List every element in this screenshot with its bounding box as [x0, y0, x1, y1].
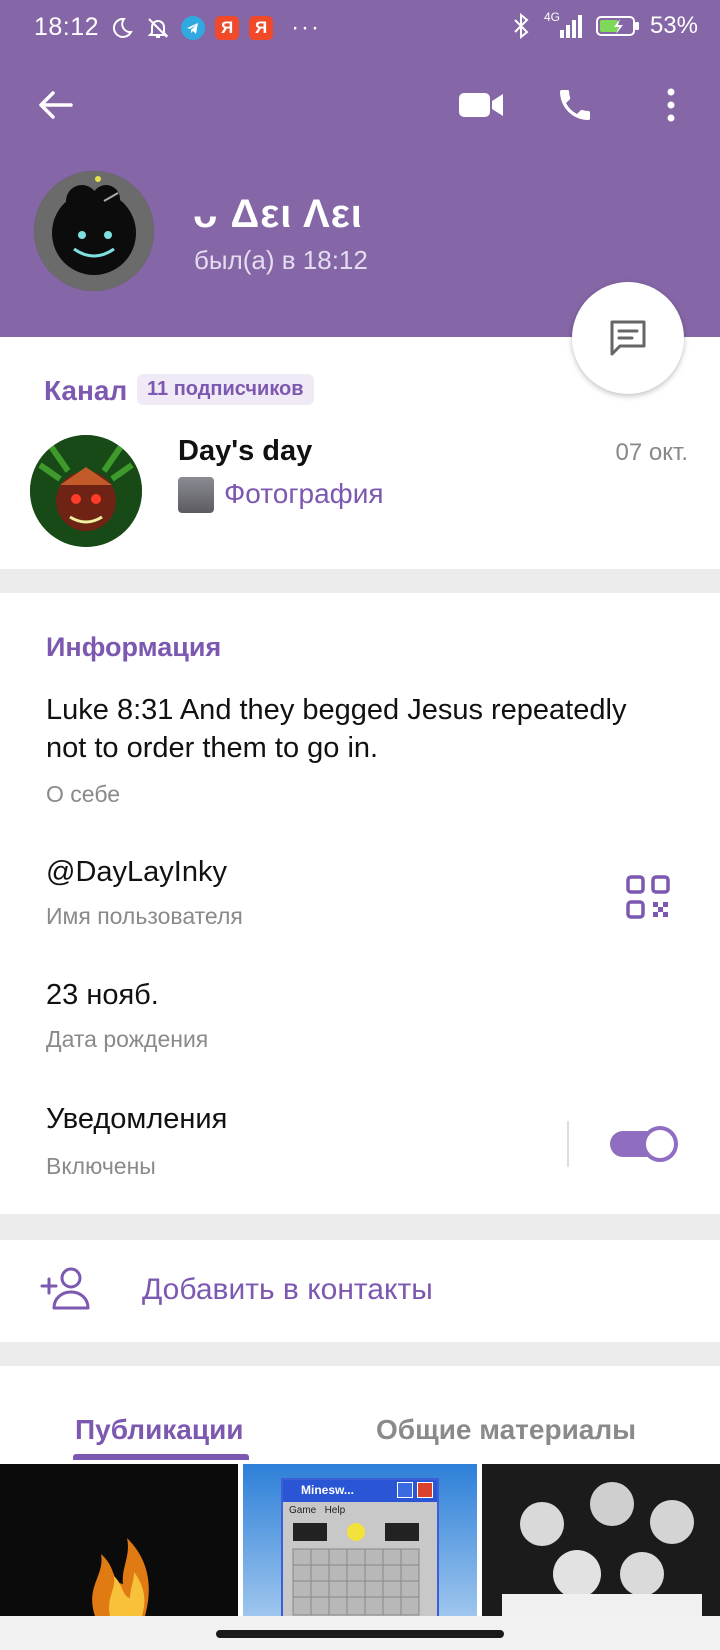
maximize-icon — [397, 1482, 413, 1498]
yandex-icon: Я — [249, 15, 274, 40]
profile-last-seen: был(а) в 18:12 — [194, 245, 368, 275]
add-to-contacts-label: Добавить в контакты — [142, 1273, 433, 1306]
chat-icon — [610, 320, 646, 356]
more-options-button[interactable] — [646, 80, 696, 130]
birthday-caption: Дата рождения — [46, 1026, 209, 1052]
battery-icon — [595, 14, 640, 38]
minesweeper-menu: Game Help — [283, 1502, 437, 1519]
home-indicator[interactable] — [216, 1630, 504, 1638]
bell-off-icon — [145, 15, 171, 41]
qr-code-icon — [626, 875, 670, 919]
notifications-toggle[interactable] — [610, 1126, 678, 1162]
close-icon — [417, 1482, 433, 1498]
add-to-contacts-row[interactable]: Добавить в контакты — [0, 1240, 720, 1342]
bio-caption: О себе — [46, 781, 121, 807]
back-button[interactable] — [30, 80, 80, 130]
add-contact-icon — [40, 1266, 92, 1312]
media-thumbnail-fire[interactable] — [0, 1464, 238, 1616]
channel-title: Day's day — [178, 435, 313, 467]
notifications-status: Включены — [46, 1153, 156, 1179]
bio-text[interactable]: Luke 8:31 And they begged Jesus repeated… — [46, 691, 646, 767]
channel-avatar — [30, 435, 142, 547]
system-navigation-bar — [0, 1616, 720, 1650]
active-tab-indicator — [73, 1454, 249, 1460]
voice-call-button[interactable] — [550, 80, 600, 130]
more-notifications-icon: ··· — [291, 13, 322, 41]
qr-code-button[interactable] — [624, 873, 672, 921]
notifications-label[interactable]: Уведомления — [46, 1103, 227, 1136]
moon-icon — [109, 15, 135, 41]
minesweeper-title: Minesw... — [301, 1483, 354, 1497]
birthday-value[interactable]: 23 нояб. — [46, 979, 159, 1012]
info-card: Информация Luke 8:31 And they begged Jes… — [0, 593, 720, 1214]
channel-last-post-date: 07 окт. — [615, 439, 688, 466]
minesweeper-menu-help: Help — [324, 1505, 346, 1516]
minesweeper-board — [292, 1523, 420, 1616]
username-caption: Имя пользователя — [46, 903, 243, 929]
info-section-title: Информация — [46, 632, 222, 662]
media-thumbnail-photo[interactable] — [482, 1464, 720, 1616]
minesweeper-menu-game: Game — [289, 1505, 317, 1516]
channel-last-post-preview: Фотография — [224, 478, 384, 509]
toggle-knob — [642, 1126, 678, 1162]
video-call-button[interactable] — [456, 80, 506, 130]
tab-shared-media[interactable]: Общие материалы — [376, 1414, 636, 1446]
channel-label: Канал — [44, 375, 128, 406]
profile-name: ᴗ Δει Λει — [193, 192, 363, 236]
divider — [567, 1121, 569, 1167]
media-thumbnail-minesweeper[interactable]: Minesw... Game Help — [243, 1464, 477, 1616]
battery-level: 53% — [649, 12, 698, 39]
username-value[interactable]: @DayLayInky — [46, 856, 227, 889]
profile-avatar[interactable] — [34, 171, 154, 291]
yandex-icon: Я — [215, 15, 240, 40]
tab-posts[interactable]: Публикации — [75, 1414, 244, 1446]
channel-photo-thumbnail — [178, 477, 214, 513]
telegram-icon — [181, 15, 206, 40]
network-icon: 4G — [544, 10, 586, 40]
bluetooth-icon — [508, 13, 534, 39]
minesweeper-titlebar: Minesw... — [283, 1480, 437, 1502]
minesweeper-window: Minesw... Game Help — [281, 1478, 439, 1616]
subscribers-badge: 11 подписчиков — [137, 374, 314, 405]
message-button[interactable] — [572, 282, 684, 394]
status-time: 18:12 — [34, 13, 100, 41]
status-bar: 18:12 Я Я ··· 4G 53% — [0, 0, 720, 56]
